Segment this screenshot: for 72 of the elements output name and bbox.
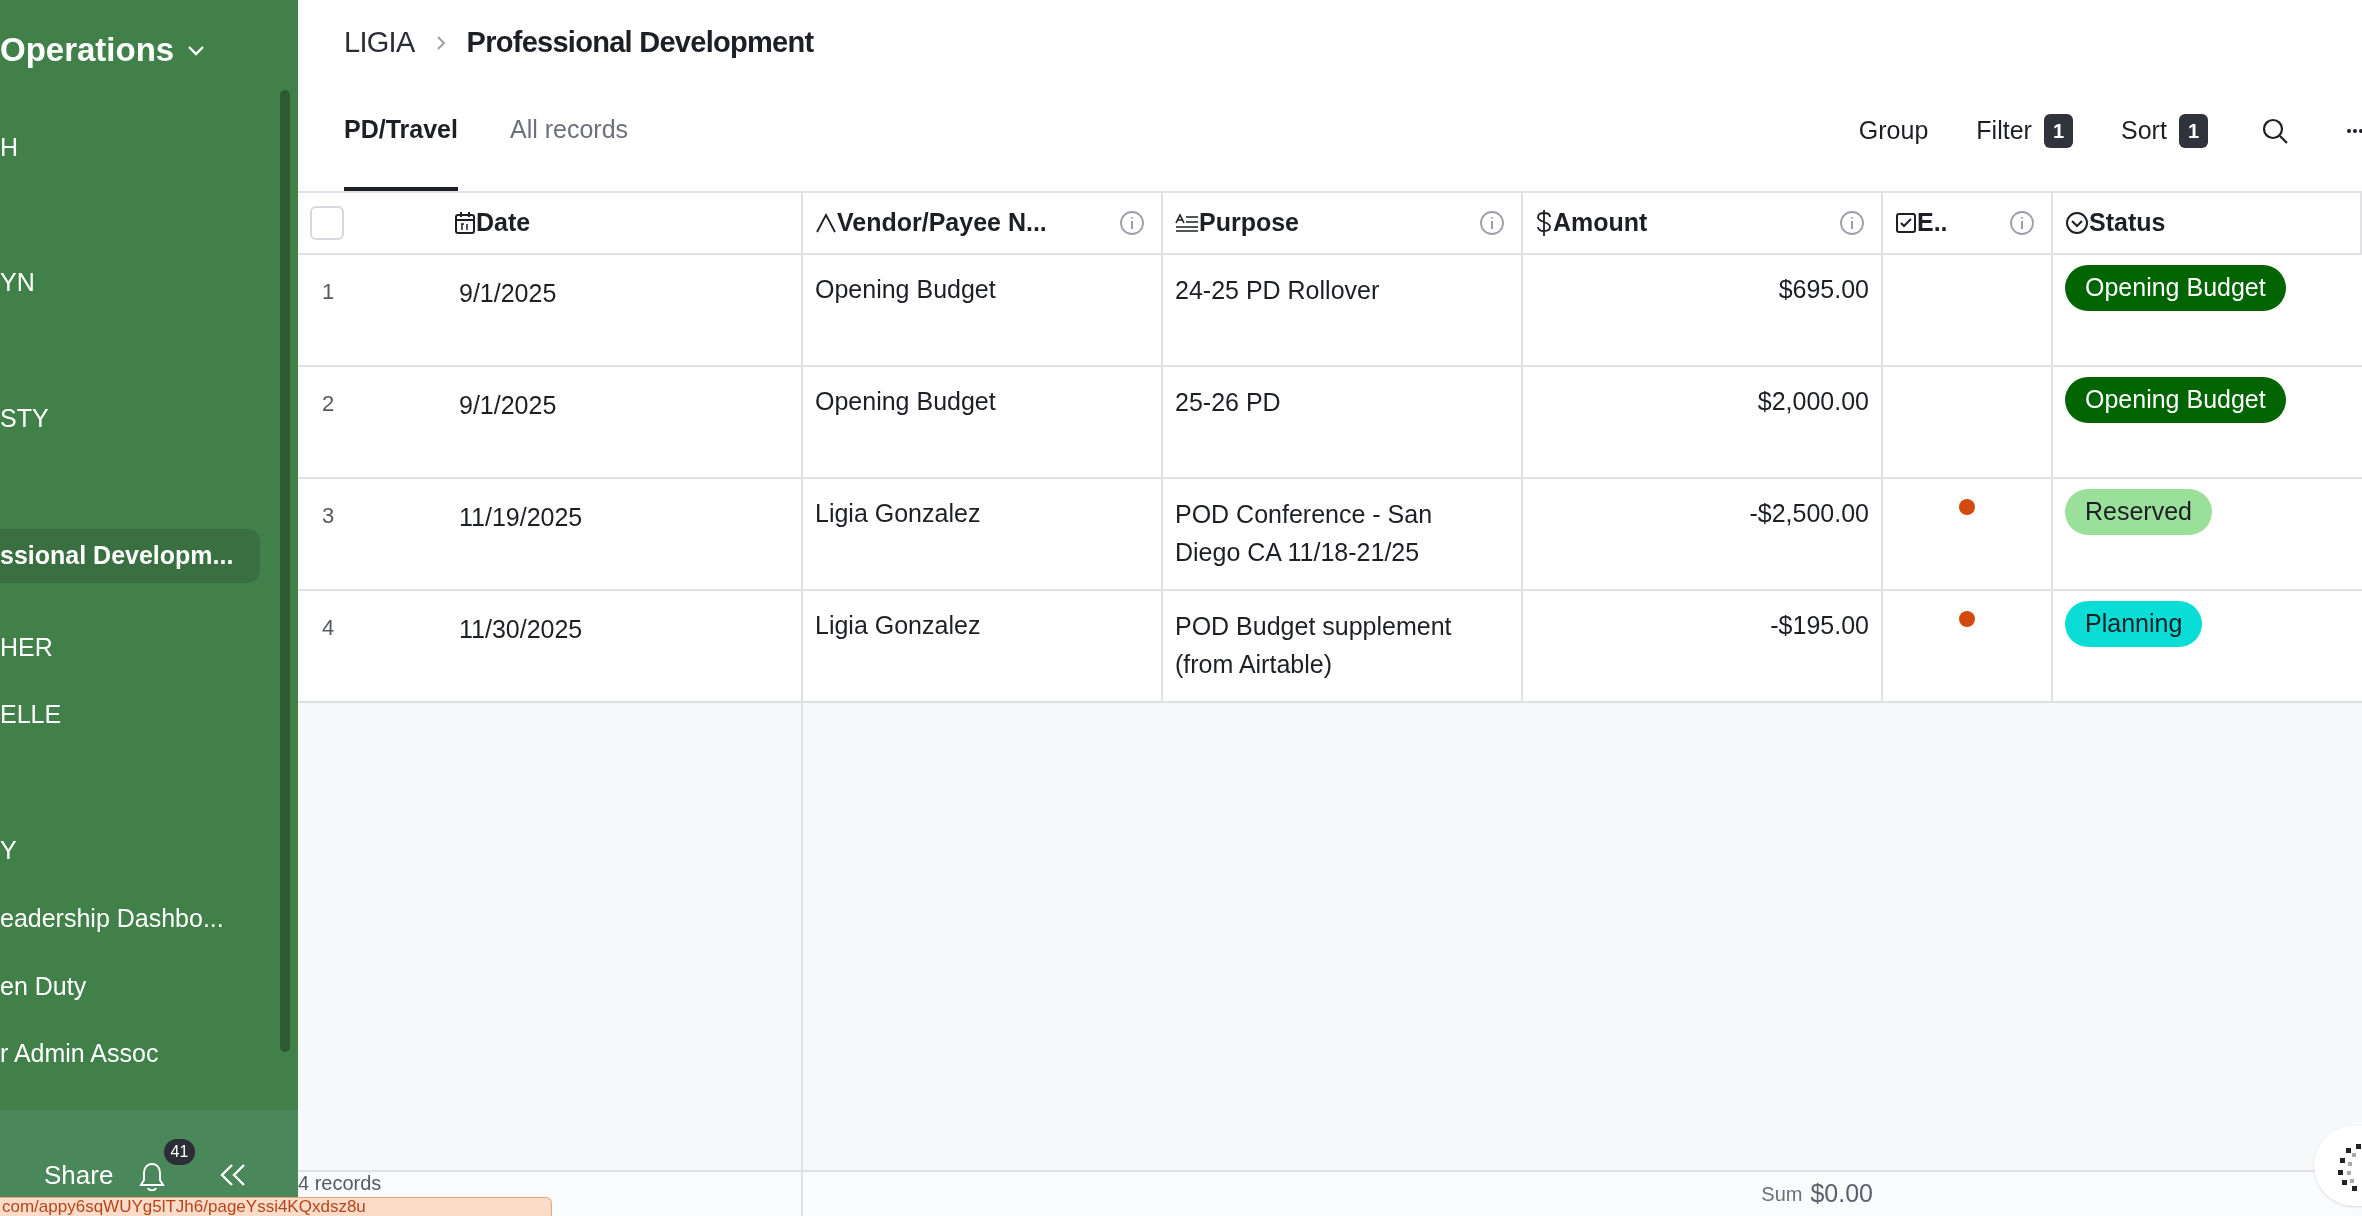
table-cell: Ligia Gonzalez bbox=[815, 499, 981, 527]
info-icon[interactable] bbox=[2009, 210, 2035, 236]
count-badge: 1 bbox=[2043, 113, 2073, 148]
table-cell: 25-26 PD bbox=[1175, 388, 1281, 416]
info-icon[interactable] bbox=[1479, 210, 1505, 236]
table-cell-text: 11/30/2025 bbox=[459, 614, 583, 645]
select-all-checkbox[interactable] bbox=[310, 206, 344, 240]
table-cell: -$2,500.00 bbox=[1749, 499, 1869, 527]
table-cell: $695.00 bbox=[1778, 275, 1869, 303]
table-cell: Ligia Gonzalez bbox=[815, 611, 981, 639]
sum-value: $0.00 bbox=[1810, 1178, 1873, 1210]
checkbox-field-icon bbox=[1895, 212, 1917, 234]
chevron-down-icon[interactable] bbox=[186, 43, 207, 57]
status-tag: Opening Budget bbox=[2065, 265, 2286, 311]
sidebar-item[interactable]: ELLE bbox=[0, 689, 62, 741]
column-header[interactable]: Date bbox=[476, 204, 531, 242]
toolbar-button[interactable]: Sort bbox=[2121, 111, 2167, 150]
dollar-icon bbox=[1535, 209, 1553, 237]
status-tag: Opening Budget bbox=[2065, 377, 2286, 423]
more-icon[interactable] bbox=[2346, 127, 2362, 134]
collapse-icon[interactable] bbox=[219, 1162, 248, 1188]
info-icon[interactable] bbox=[1839, 210, 1865, 236]
share-button[interactable]: Share bbox=[44, 1155, 114, 1195]
text-field-icon bbox=[815, 212, 837, 234]
paragraph-icon bbox=[1175, 213, 1199, 233]
table-cell-text: 9/1/2025 bbox=[459, 390, 557, 421]
table-cell-text: 11/19/2025 bbox=[459, 502, 583, 533]
sum-label: Sum bbox=[1761, 1182, 1803, 1207]
sidebar-item[interactable]: H bbox=[0, 122, 19, 174]
dropdown-circle-icon bbox=[2065, 211, 2089, 235]
count-badge: 1 bbox=[2178, 113, 2208, 148]
column-header[interactable]: Status bbox=[2089, 204, 2166, 242]
sidebar-item[interactable]: YN bbox=[0, 257, 35, 309]
sidebar-item[interactable]: Y bbox=[0, 825, 17, 877]
toolbar-button[interactable]: Group bbox=[1858, 111, 1929, 150]
column-header[interactable]: E.. bbox=[1917, 204, 1948, 242]
status-tag: Planning bbox=[2065, 601, 2203, 647]
table-cell-text: 9/1/2025 bbox=[459, 278, 557, 309]
table-cell: POD Budget supplement (from Airtable) bbox=[1175, 612, 1452, 678]
page-title: Professional Development bbox=[466, 25, 814, 61]
sidebar-item[interactable]: r Admin Assoc bbox=[0, 1028, 159, 1080]
sidebar-item[interactable]: en Duty bbox=[0, 961, 87, 1013]
table-cell: $2,000.00 bbox=[1757, 387, 1869, 415]
toolbar-button[interactable]: Filter bbox=[1976, 111, 2032, 150]
chevron-right-icon bbox=[434, 34, 447, 52]
status-tag: Reserved bbox=[2065, 489, 2212, 535]
table-cell: -$195.00 bbox=[1770, 611, 1869, 639]
row-number: 3 bbox=[322, 502, 336, 530]
column-header[interactable]: Amount bbox=[1553, 204, 1648, 242]
sidebar-item[interactable]: ssional Developm... bbox=[0, 529, 260, 583]
scrollbar[interactable] bbox=[280, 90, 290, 1052]
column-header[interactable]: Vendor/Payee N... bbox=[837, 204, 1047, 242]
row-number: 4 bbox=[322, 614, 336, 642]
sidebar-item[interactable]: STY bbox=[0, 393, 49, 445]
info-icon[interactable] bbox=[1119, 210, 1145, 236]
calendar-icon bbox=[454, 211, 476, 235]
table-cell: Opening Budget bbox=[815, 387, 996, 415]
sidebar-item[interactable]: HER bbox=[0, 622, 53, 674]
workspace-title: Operations bbox=[0, 30, 175, 71]
notification-badge: 41 bbox=[163, 1139, 196, 1165]
sidebar-item[interactable]: eadership Dashbo... bbox=[0, 893, 224, 945]
table-cell: 24-25 PD Rollover bbox=[1175, 276, 1380, 304]
breadcrumb-link[interactable]: LIGIA bbox=[344, 21, 415, 65]
table-cell: Opening Budget bbox=[815, 275, 996, 303]
row-number: 1 bbox=[322, 278, 336, 306]
record-count: 4 records bbox=[298, 1172, 382, 1194]
view-tab[interactable]: All records bbox=[509, 86, 629, 191]
link-tooltip: com/appy6sqWUYg5lTJh6/pageYssi4KQxdsz8u bbox=[0, 1197, 552, 1216]
notifications-button[interactable]: 41 bbox=[137, 1139, 196, 1193]
column-header[interactable]: Purpose bbox=[1199, 204, 1300, 242]
table-cell: POD Conference - San Diego CA 11/18-21/25 bbox=[1175, 500, 1433, 566]
row-number: 2 bbox=[322, 390, 336, 418]
